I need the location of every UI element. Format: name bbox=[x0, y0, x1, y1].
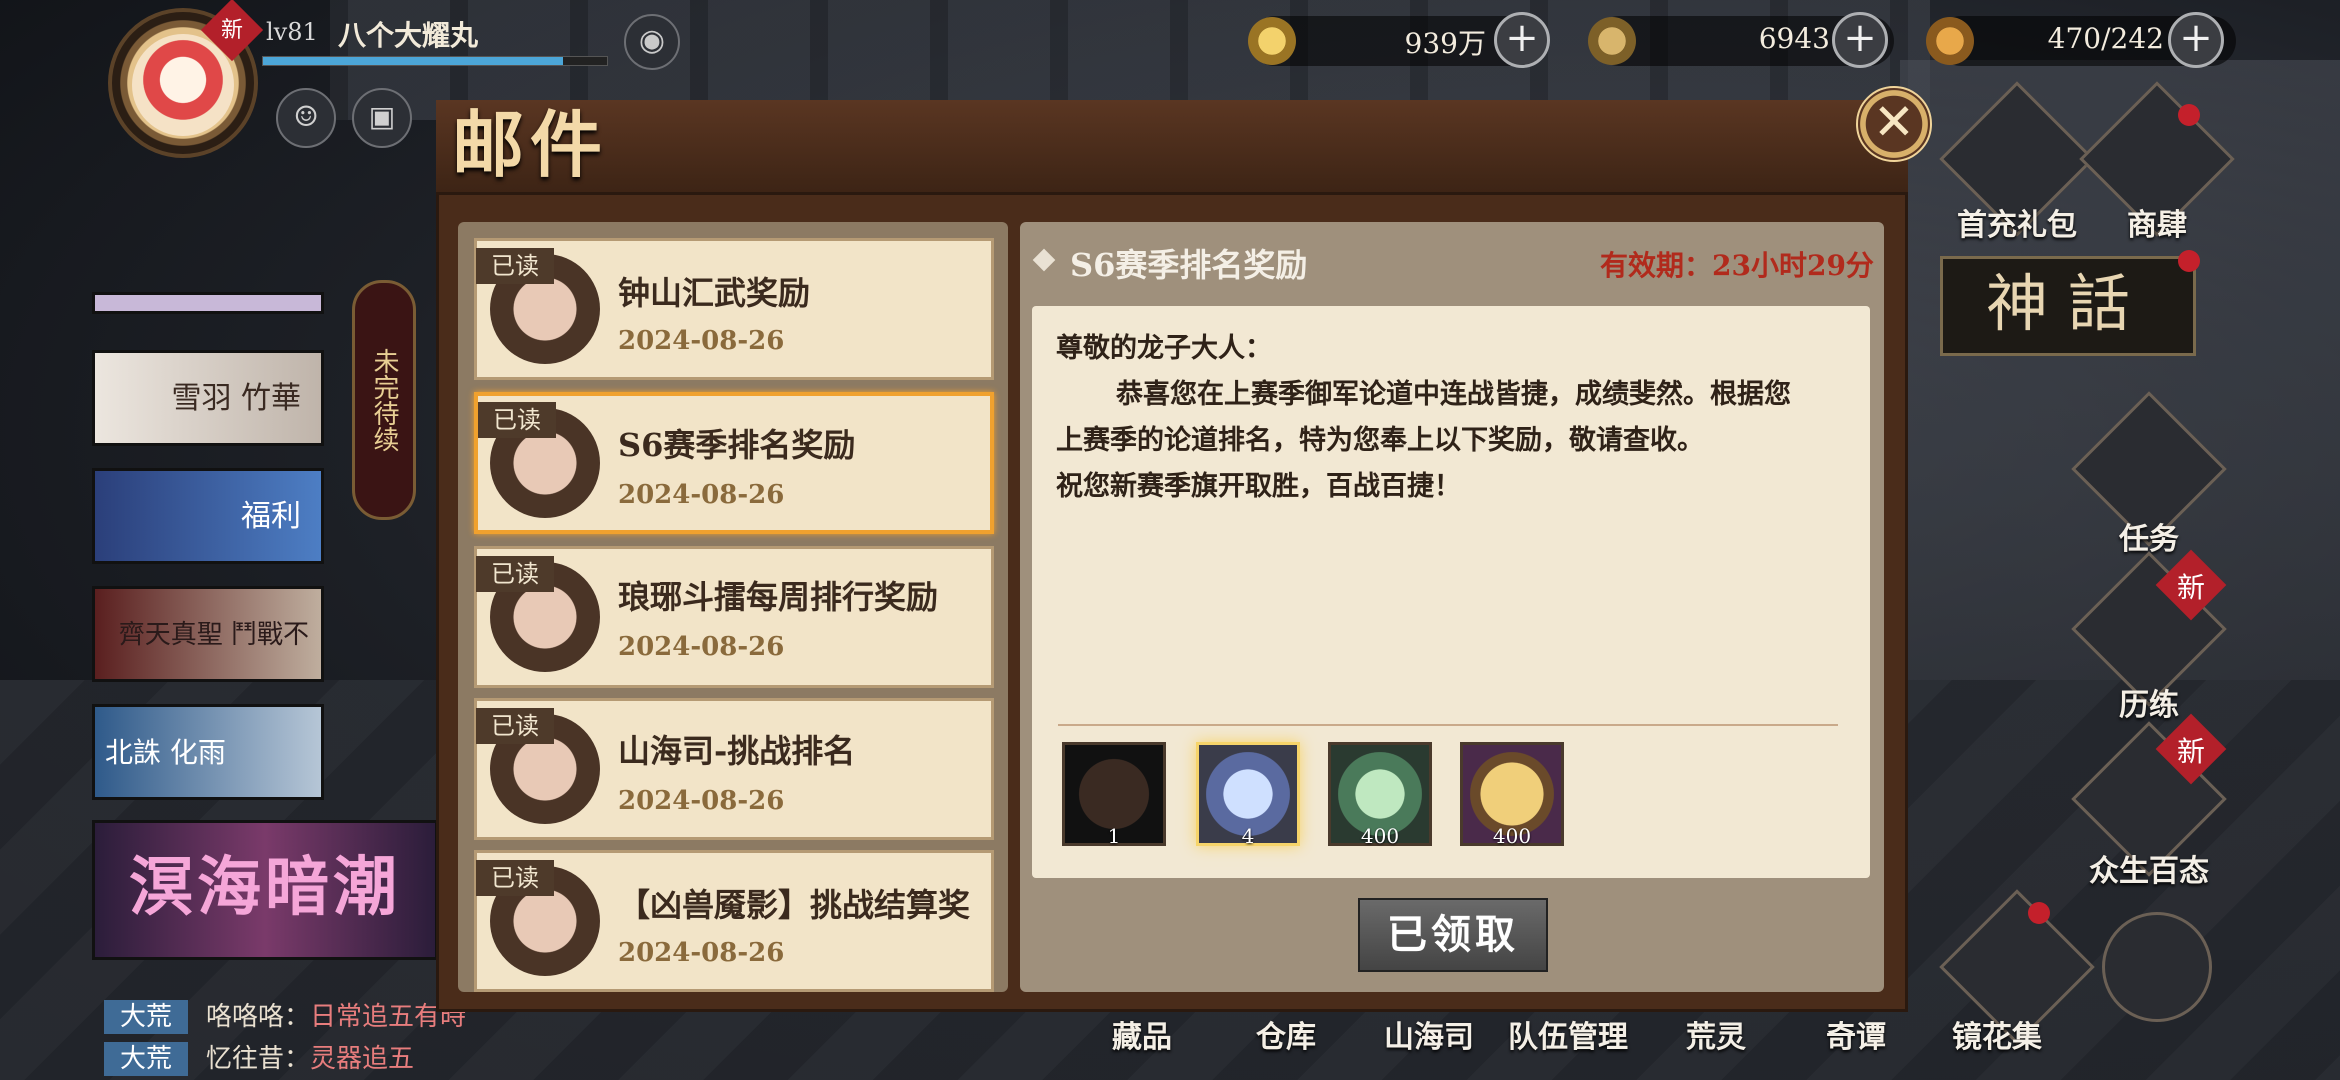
event-banner[interactable]: 溟海暗潮 bbox=[92, 820, 438, 960]
player-level: lv81 bbox=[266, 18, 318, 46]
reward-count: 400 bbox=[1492, 824, 1532, 848]
bottom-menu-team[interactable]: 队伍管理 bbox=[1508, 1012, 1628, 1056]
film-icon[interactable]: ▣ bbox=[352, 88, 412, 148]
settings-icon[interactable] bbox=[2102, 912, 2212, 1022]
new-badge-text: 新 bbox=[2176, 571, 2205, 604]
eye-icon[interactable]: ◉ bbox=[624, 14, 680, 70]
myth-banner[interactable]: 神話 bbox=[1940, 256, 2196, 356]
mail-date: 2024-08-26 bbox=[618, 786, 785, 816]
mail-detail-title: S6赛季排名奖励 bbox=[1070, 246, 1308, 284]
bottom-menu-collection[interactable]: 藏品 bbox=[1112, 1012, 1172, 1056]
player-name: 八个大耀丸 bbox=[338, 19, 479, 52]
claimed-button[interactable]: 已领取 bbox=[1358, 898, 1548, 972]
mail-date: 2024-08-26 bbox=[618, 326, 785, 356]
mail-title: 山海司-挑战排名 bbox=[618, 732, 856, 770]
coin-icon bbox=[1248, 17, 1296, 65]
gourd-add-button[interactable]: + bbox=[2168, 12, 2224, 68]
mail-date: 2024-08-26 bbox=[618, 938, 785, 968]
read-tag: 已读 bbox=[476, 708, 554, 744]
bottom-menu-tales[interactable]: 奇谭 bbox=[1826, 1012, 1886, 1056]
gourd-value: 470/242 bbox=[2047, 22, 2164, 55]
mail-expiry: 有效期：23小时29分 bbox=[1600, 249, 1874, 282]
read-tag: 已读 bbox=[476, 556, 554, 592]
dialog-title: 邮件 bbox=[452, 102, 609, 187]
bottom-menu-mirror-flower[interactable]: 镜花集 bbox=[1952, 1012, 2042, 1056]
token-value: 6943 bbox=[1758, 22, 1830, 55]
notification-dot bbox=[2178, 104, 2200, 126]
mail-title: S6赛季排名奖励 bbox=[618, 426, 856, 464]
menu-all-beings[interactable]: 众生百态 bbox=[2074, 846, 2224, 890]
notification-dot bbox=[2028, 902, 2050, 924]
mail-body-line: 上赛季的论道排名，特为您奉上以下奖励，敬请查收。 bbox=[1056, 425, 1704, 456]
mail-title: 【凶兽魇影】挑战结算奖 bbox=[618, 886, 971, 924]
token-add-button[interactable]: + bbox=[1832, 12, 1888, 68]
event-card-2[interactable]: 福利 bbox=[92, 468, 324, 564]
mail-date: 2024-08-26 bbox=[618, 632, 785, 662]
chat-row[interactable]: 大荒 忆往昔：灵器追五 bbox=[104, 1038, 415, 1076]
close-icon[interactable]: ✕ bbox=[1856, 86, 1932, 162]
event-card-4[interactable]: 北誅 化雨 bbox=[92, 704, 324, 800]
chat-sender: 咯咯咯： bbox=[206, 1002, 311, 1032]
coin-add-button[interactable]: + bbox=[1494, 12, 1550, 68]
bottom-menu-wild-spirit[interactable]: 荒灵 bbox=[1686, 1012, 1746, 1056]
chat-sender: 忆往昔： bbox=[206, 1044, 311, 1074]
to-be-continued-tab[interactable]: 未完待续 bbox=[352, 280, 416, 520]
gear-token-icon bbox=[1588, 17, 1636, 65]
bottom-menu-shanhaisi[interactable]: 山海司 bbox=[1384, 1012, 1474, 1056]
mail-dialog-header bbox=[436, 100, 1908, 195]
mail-date: 2024-08-26 bbox=[618, 480, 785, 510]
mail-body-line: 祝您新赛季旗开取胜，百战百捷！ bbox=[1056, 471, 1461, 502]
read-tag: 已读 bbox=[476, 860, 554, 896]
menu-first-recharge[interactable]: 首充礼包 bbox=[1942, 200, 2092, 244]
new-badge-text: 新 bbox=[220, 18, 243, 43]
chat-channel-tag: 大荒 bbox=[104, 1042, 188, 1076]
reward-count: 1 bbox=[1107, 824, 1121, 848]
event-card-1[interactable]: 雪羽 竹華 bbox=[92, 350, 324, 446]
event-card-3[interactable]: 齊天真聖 鬥戰不息 bbox=[92, 586, 324, 742]
mail-title: 钟山汇武奖励 bbox=[618, 274, 811, 312]
mail-greeting: 尊敬的龙子大人： bbox=[1056, 333, 1272, 364]
chat-row[interactable]: 大荒 咯咯咯：日常追五有時 bbox=[104, 996, 466, 1034]
reward-count: 400 bbox=[1360, 824, 1400, 848]
mail-body-line: 恭喜您在上赛季御军论道中连战皆捷，成绩斐然。根据您 bbox=[1116, 379, 1791, 410]
chat-message: 灵器追五 bbox=[310, 1044, 415, 1074]
read-tag: 已读 bbox=[478, 402, 556, 438]
bottom-menu-warehouse[interactable]: 仓库 bbox=[1256, 1012, 1316, 1056]
menu-shop[interactable]: 商肆 bbox=[2082, 200, 2232, 244]
read-tag: 已读 bbox=[476, 248, 554, 284]
exp-bar-fill bbox=[263, 57, 563, 65]
reward-count: 4 bbox=[1241, 824, 1255, 848]
event-card-partial[interactable] bbox=[92, 292, 324, 314]
menu-training[interactable]: 历练 bbox=[2074, 680, 2224, 724]
coin-value: 939万 bbox=[1404, 27, 1486, 60]
divider bbox=[1058, 724, 1838, 726]
mail-title: 琅琊斗擂每周排行奖励 bbox=[618, 578, 939, 616]
friends-icon[interactable]: ☺ bbox=[276, 88, 336, 148]
notification-dot bbox=[2178, 250, 2200, 272]
new-badge-text: 新 bbox=[2176, 735, 2205, 768]
mail-content: 尊敬的龙子大人： 恭喜您在上赛季御军论道中连战皆捷，成绩斐然。根据您 上赛季的论… bbox=[1056, 326, 1856, 510]
gourd-icon bbox=[1926, 17, 1974, 65]
avatar[interactable] bbox=[132, 34, 234, 136]
chat-channel-tag: 大荒 bbox=[104, 1000, 188, 1034]
